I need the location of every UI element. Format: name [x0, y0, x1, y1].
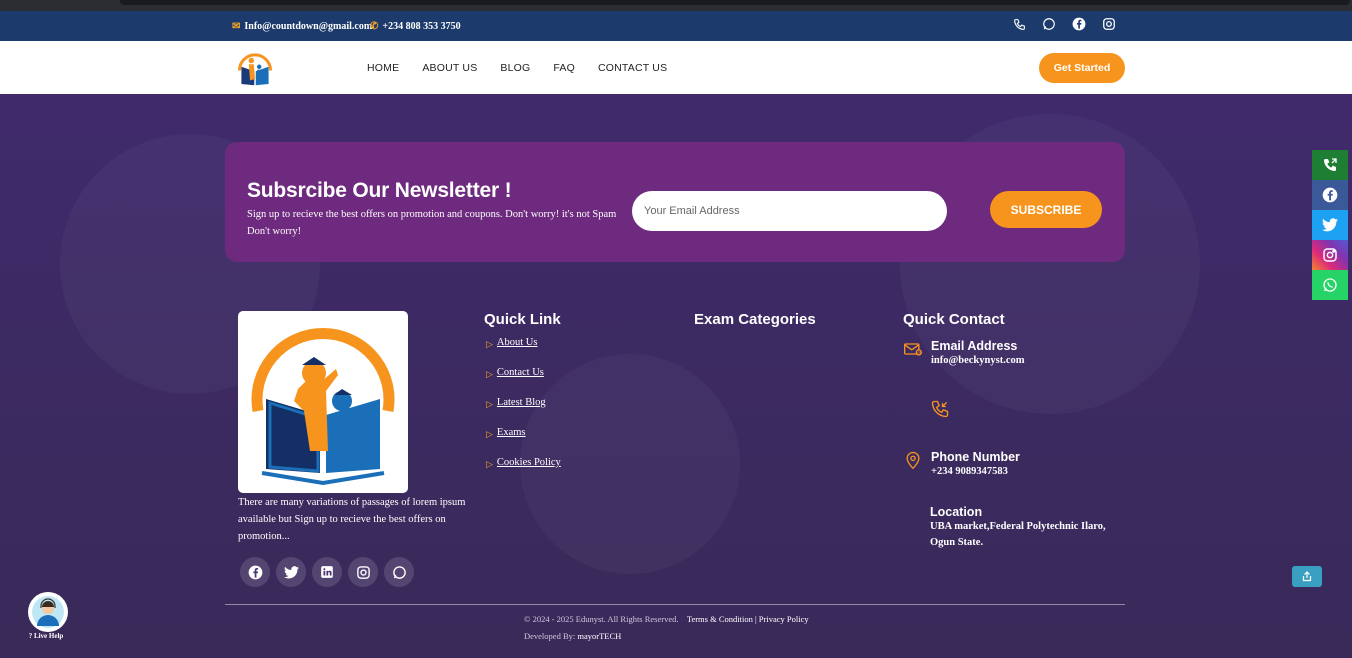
- quick-link-cookies-policy[interactable]: Cookies Policy: [497, 457, 561, 468]
- subscribe-button[interactable]: SUBSCRIBE: [990, 191, 1102, 228]
- developed-by-label: Developed By:: [524, 631, 576, 641]
- twitter-icon[interactable]: [1312, 210, 1348, 240]
- contact-phone: Phone Number +234 9089347583: [903, 450, 1020, 480]
- top-contact-bar: ✉ Info@countdown@gmail.com ✆ +234 808 35…: [0, 11, 1352, 41]
- location-pin-icon: [903, 450, 923, 470]
- email-label: Email Address: [931, 339, 1018, 353]
- caret-right-icon: ▷: [486, 459, 493, 469]
- quick-link-latest-blog[interactable]: Latest Blog: [497, 397, 546, 408]
- footer-logo[interactable]: [238, 311, 408, 493]
- live-help-widget[interactable]: ? Live Help: [26, 592, 70, 640]
- newsletter-email-input[interactable]: [632, 191, 947, 231]
- caret-right-icon: ▷: [486, 399, 493, 409]
- newsletter-subtitle: Sign up to recieve the best offers on pr…: [247, 209, 617, 237]
- topbar-phone-text: +234 808 353 3750: [382, 20, 461, 32]
- phone-icon: ✆: [370, 20, 379, 32]
- phone-label: Phone Number: [931, 450, 1020, 464]
- contact-email: @ Email Address info@beckynyst.com: [903, 339, 1024, 369]
- whatsapp-icon[interactable]: [384, 557, 414, 587]
- footer-divider: [225, 604, 1125, 605]
- topbar-email[interactable]: ✉ Info@countdown@gmail.com: [232, 11, 372, 41]
- list-item: ▷ About Us: [486, 337, 561, 367]
- newsletter-title: Subsrcibe Our Newsletter !: [247, 179, 512, 202]
- nav-home[interactable]: HOME: [367, 62, 399, 74]
- location-label: Location: [930, 505, 983, 519]
- nav-blog[interactable]: BLOG: [500, 62, 530, 74]
- nav-contact-us[interactable]: CONTACT US: [598, 62, 667, 74]
- quick-contact-title: Quick Contact: [903, 311, 1005, 328]
- facebook-icon[interactable]: [240, 557, 270, 587]
- exam-categories-title: Exam Categories: [694, 311, 816, 328]
- nav-about-us[interactable]: ABOUT US: [422, 62, 477, 74]
- twitter-icon[interactable]: [276, 557, 306, 587]
- phone-call-icon[interactable]: [1312, 150, 1348, 180]
- linkedin-icon[interactable]: [312, 557, 342, 587]
- topbar-email-text: Info@countdown@gmail.com: [244, 20, 373, 32]
- whatsapp-icon[interactable]: [1312, 270, 1348, 300]
- share-up-icon: [1302, 571, 1312, 582]
- quick-link-about-us[interactable]: About Us: [497, 337, 538, 348]
- footer-social-links: [240, 557, 414, 587]
- browser-tab-bar: [120, 0, 1350, 5]
- quick-link-contact-us[interactable]: Contact Us: [497, 367, 544, 378]
- main-navbar: HOME ABOUT US BLOG FAQ CONTACT US Get St…: [0, 41, 1352, 94]
- instagram-icon[interactable]: [1102, 17, 1116, 31]
- quick-link-title: Quick Link: [484, 311, 561, 328]
- email-icon: @: [903, 339, 923, 359]
- caret-right-icon: ▷: [486, 429, 493, 439]
- terms-privacy-link[interactable]: Terms & Condition | Privacy Policy: [687, 614, 809, 624]
- browser-top-strip: [0, 0, 1352, 11]
- live-help-label: ? Live Help: [28, 632, 64, 640]
- copyright-line: © 2024 - 2025 Edunyst. All Rights Reserv…: [524, 614, 809, 624]
- site-logo[interactable]: [232, 47, 278, 89]
- whatsapp-icon[interactable]: [1042, 17, 1056, 31]
- newsletter-box: Subsrcibe Our Newsletter ! Sign up to re…: [225, 142, 1125, 262]
- support-agent-avatar: [28, 592, 68, 632]
- location-value: UBA market,Federal Polytechnic Ilaro, Og…: [930, 521, 1106, 548]
- quick-link-exams[interactable]: Exams: [497, 427, 526, 438]
- list-item: ▷ Exams: [486, 427, 561, 457]
- footer-about-text: There are many variations of passages of…: [238, 497, 466, 542]
- contact-location: Location UBA market,Federal Polytechnic …: [930, 505, 1120, 551]
- phone-value[interactable]: +234 9089347583: [931, 464, 1020, 480]
- caret-right-icon: ▷: [486, 339, 493, 349]
- list-item: ▷ Latest Blog: [486, 397, 561, 427]
- developer-name[interactable]: mayorTECH: [577, 631, 621, 641]
- nav-faq[interactable]: FAQ: [553, 62, 575, 74]
- email-value[interactable]: info@beckynyst.com: [931, 353, 1024, 369]
- floating-social-bar: [1312, 150, 1348, 300]
- contact-phone-icon-wrap: [930, 399, 950, 419]
- topbar-social-links: [1012, 17, 1116, 31]
- developer-credit: Developed By: mayorTECH: [524, 631, 621, 641]
- phone-icon[interactable]: [1012, 17, 1026, 31]
- main-menu: HOME ABOUT US BLOG FAQ CONTACT US: [367, 41, 667, 94]
- copyright-text: © 2024 - 2025 Edunyst. All Rights Reserv…: [524, 614, 679, 624]
- svg-text:@: @: [917, 350, 921, 355]
- facebook-icon[interactable]: [1072, 17, 1086, 31]
- scroll-to-top-button[interactable]: [1292, 566, 1322, 587]
- instagram-icon[interactable]: [348, 557, 378, 587]
- list-item: ▷ Cookies Policy: [486, 457, 561, 487]
- facebook-icon[interactable]: [1312, 180, 1348, 210]
- quick-links-list: ▷ About Us ▷ Contact Us ▷ Latest Blog ▷ Exam…: [486, 337, 561, 487]
- incoming-call-icon: [930, 399, 950, 419]
- get-started-button[interactable]: Get Started: [1039, 53, 1125, 83]
- instagram-icon[interactable]: [1312, 240, 1348, 270]
- list-item: ▷ Contact Us: [486, 367, 561, 397]
- envelope-icon: ✉: [232, 20, 241, 32]
- topbar-phone[interactable]: ✆ +234 808 353 3750: [370, 11, 461, 41]
- caret-right-icon: ▷: [486, 369, 493, 379]
